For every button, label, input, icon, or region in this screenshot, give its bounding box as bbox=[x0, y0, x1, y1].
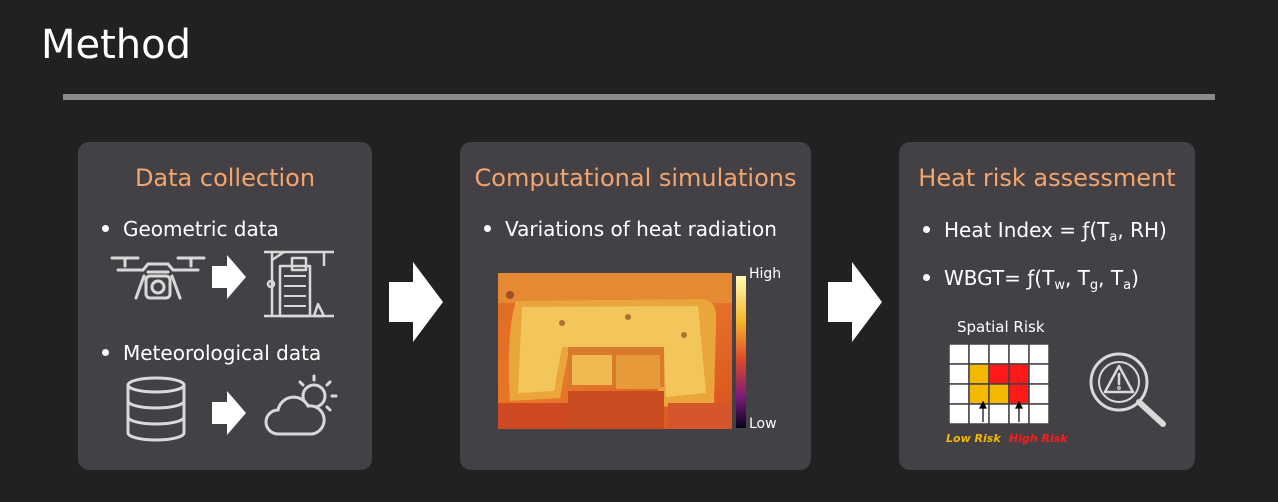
panel-data-collection: Data collection Geometric data Meteorolo… bbox=[78, 142, 372, 470]
thermal-map-image bbox=[498, 273, 732, 429]
bullet-geometric-data: Geometric data bbox=[123, 217, 279, 241]
scale-low-label: Low bbox=[749, 416, 777, 432]
spatial-risk-grid bbox=[949, 344, 1050, 425]
title-rule bbox=[63, 94, 1215, 100]
drone-icon bbox=[110, 256, 206, 300]
panel-title: Computational simulations bbox=[474, 164, 797, 192]
heat-index-sub: a bbox=[1109, 230, 1118, 245]
low-risk-label: Low Risk bbox=[946, 432, 1001, 445]
panel-heat-risk-assessment: Heat risk assessment Heat Index = ƒ(Ta, … bbox=[899, 142, 1195, 470]
panel-computational-simulations: Computational simulations Variations of … bbox=[460, 142, 811, 470]
flow-arrow-icon bbox=[389, 262, 443, 342]
arrow-right-icon bbox=[212, 255, 246, 299]
construction-icon bbox=[264, 250, 334, 318]
search-warning-icon bbox=[1089, 352, 1166, 427]
scale-high-label: High bbox=[749, 266, 782, 282]
slide-title: Method bbox=[41, 22, 192, 68]
database-icon bbox=[126, 376, 186, 442]
wbgt-text: WBGT= ƒ(T bbox=[944, 266, 1055, 290]
high-risk-label: High Risk bbox=[1009, 432, 1068, 445]
wbgt-comma-1: , T bbox=[1064, 266, 1090, 290]
spatial-risk-label: Spatial Risk bbox=[957, 318, 1045, 336]
flow-arrow-icon bbox=[828, 262, 882, 342]
wbgt-sub-w: w bbox=[1054, 278, 1065, 293]
wbgt-sub-a: a bbox=[1123, 278, 1132, 293]
heat-index-text: Heat Index = ƒ(T bbox=[944, 218, 1110, 242]
panel-title: Heat risk assessment bbox=[918, 164, 1176, 192]
wbgt-comma-2: , T bbox=[1098, 266, 1124, 290]
bullet-meteorological-data: Meteorological data bbox=[123, 341, 322, 365]
panel-title: Data collection bbox=[134, 164, 316, 192]
arrow-right-icon bbox=[212, 391, 246, 435]
heat-index-rest: , RH) bbox=[1117, 218, 1167, 242]
bullet-dot bbox=[102, 349, 109, 356]
color-scale-bar bbox=[736, 276, 746, 428]
bullet-dot bbox=[923, 226, 930, 233]
bullet-dot bbox=[102, 225, 109, 232]
weather-icon bbox=[264, 374, 338, 436]
bullet-heat-radiation: Variations of heat radiation bbox=[505, 217, 777, 241]
wbgt-sub-g: g bbox=[1089, 278, 1099, 293]
bullet-dot bbox=[923, 274, 930, 281]
wbgt-end: ) bbox=[1131, 266, 1139, 290]
bullet-dot bbox=[484, 225, 491, 232]
